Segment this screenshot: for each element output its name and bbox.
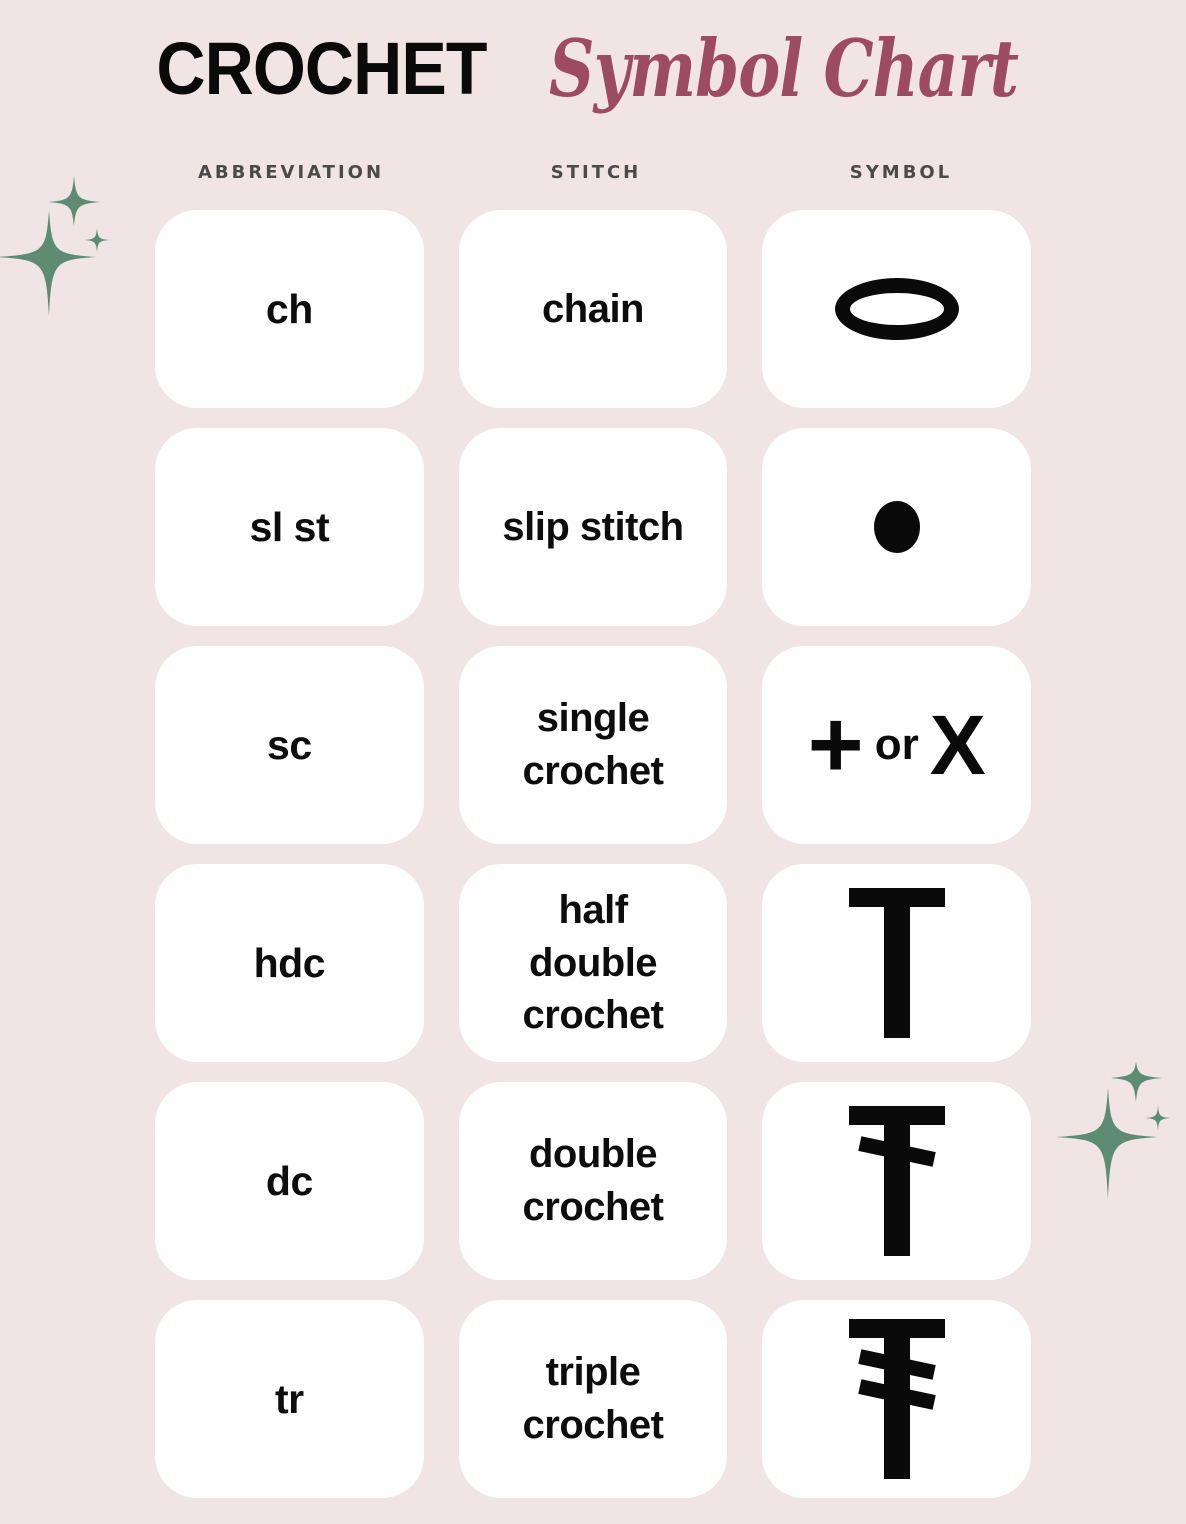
plus-or-x-symbol-icon: + or X	[808, 697, 986, 793]
symbol-chart-grid: ABBREVIATION STITCH SYMBOL ch chain sl s…	[155, 155, 1032, 1518]
t-bar-one-slash-symbol-icon	[837, 1106, 957, 1256]
column-header-stitch: STITCH	[550, 155, 642, 184]
stitch-card[interactable]: half double crochet	[458, 864, 728, 1062]
stitch-text-line: double	[528, 1132, 658, 1177]
t-stem	[883, 1106, 910, 1256]
abbreviation-text: sc	[267, 721, 312, 768]
abbreviation-card[interactable]: dc	[155, 1082, 424, 1280]
page-title: CROCHET Symbol Chart	[0, 22, 1186, 115]
symbol-wrap: + or X	[762, 646, 1031, 844]
abbreviation-card[interactable]: tr	[155, 1300, 424, 1498]
stitch-text-line: crochet	[522, 1185, 665, 1229]
stitch-text: triple crochet	[522, 1346, 665, 1452]
stitch-card[interactable]: triple crochet	[458, 1300, 728, 1498]
sparkle-small-icon	[1146, 1106, 1170, 1130]
symbol-wrap	[762, 210, 1031, 408]
abbreviation-text: tr	[275, 1375, 304, 1422]
stitch-text-line: single	[536, 696, 650, 741]
t-stem	[883, 888, 910, 1038]
abbreviation-card[interactable]: sl st	[155, 428, 424, 626]
abbreviation-card[interactable]: hdc	[155, 864, 424, 1062]
abbreviation-text: hdc	[253, 939, 326, 986]
sparkle-cluster-right	[1046, 1062, 1186, 1222]
symbol-card[interactable]	[762, 1082, 1032, 1280]
stitch-text-line: triple	[545, 1350, 641, 1395]
stitch-text-line: double	[528, 940, 658, 985]
column-header-symbol: SYMBOL	[849, 155, 953, 184]
page-title-bold: CROCHET	[156, 27, 487, 110]
sparkle-large-icon	[0, 210, 96, 316]
symbol-card[interactable]	[762, 428, 1032, 626]
x-icon: X	[929, 698, 986, 792]
stitch-text: half double crochet	[522, 884, 665, 1042]
chart-row: tr triple crochet	[155, 1300, 1032, 1498]
stitch-card[interactable]: single crochet	[458, 646, 728, 844]
symbol-card[interactable]	[762, 1300, 1032, 1498]
symbol-wrap	[762, 864, 1031, 1062]
abbreviation-card[interactable]: sc	[155, 646, 424, 844]
t-bar-two-slash-symbol-icon	[837, 1319, 957, 1479]
symbol-wrap	[762, 428, 1031, 626]
chart-row: dc double crochet	[155, 1082, 1032, 1280]
sparkle-large-icon	[1056, 1088, 1158, 1198]
oval-ring-symbol-icon	[834, 278, 959, 340]
stitch-text: slip stitch	[502, 504, 684, 549]
stitch-text-line: half	[558, 887, 628, 932]
symbol-card[interactable]	[762, 864, 1032, 1062]
stitch-text-line: crochet	[522, 993, 665, 1038]
symbol-card[interactable]	[762, 210, 1032, 408]
plus-icon: +	[807, 691, 864, 798]
page-title-script: Symbol Chart	[549, 22, 1019, 115]
stitch-card[interactable]: slip stitch	[458, 428, 728, 626]
filled-dot-symbol-icon	[873, 501, 920, 553]
chart-row: sc single crochet + or X	[155, 646, 1032, 844]
symbol-card[interactable]: + or X	[762, 646, 1032, 844]
symbol-wrap	[762, 1082, 1031, 1280]
stitch-text: single crochet	[522, 692, 665, 798]
chart-row: ch chain	[155, 210, 1032, 408]
abbreviation-text: ch	[265, 285, 313, 332]
stitch-text: double crochet	[522, 1128, 665, 1234]
symbol-wrap	[762, 1300, 1031, 1498]
sparkle-group-icon	[0, 176, 109, 316]
stitch-text-line: crochet	[522, 1403, 665, 1447]
stitch-text-line: crochet	[522, 749, 665, 793]
abbreviation-card[interactable]: ch	[155, 210, 424, 408]
abbreviation-text: dc	[265, 1157, 313, 1204]
symbol-or-label: or	[874, 720, 919, 769]
sparkle-small-icon	[85, 228, 109, 252]
chart-row: sl st slip stitch	[155, 428, 1032, 626]
column-header-row: ABBREVIATION STITCH SYMBOL	[155, 155, 1031, 210]
sparkle-medium-icon	[1111, 1062, 1162, 1102]
column-header-abbreviation: ABBREVIATION	[197, 155, 385, 184]
stitch-text: chain	[542, 286, 644, 331]
chart-row: hdc half double crochet	[155, 864, 1032, 1062]
abbreviation-text: sl st	[249, 503, 330, 550]
sparkle-group-icon	[1056, 1062, 1170, 1198]
sparkle-cluster-left	[0, 158, 142, 318]
sparkle-medium-icon	[49, 176, 100, 226]
stitch-card[interactable]: double crochet	[458, 1082, 728, 1280]
stitch-card[interactable]: chain	[458, 210, 728, 408]
t-bar-symbol-icon	[837, 888, 957, 1038]
